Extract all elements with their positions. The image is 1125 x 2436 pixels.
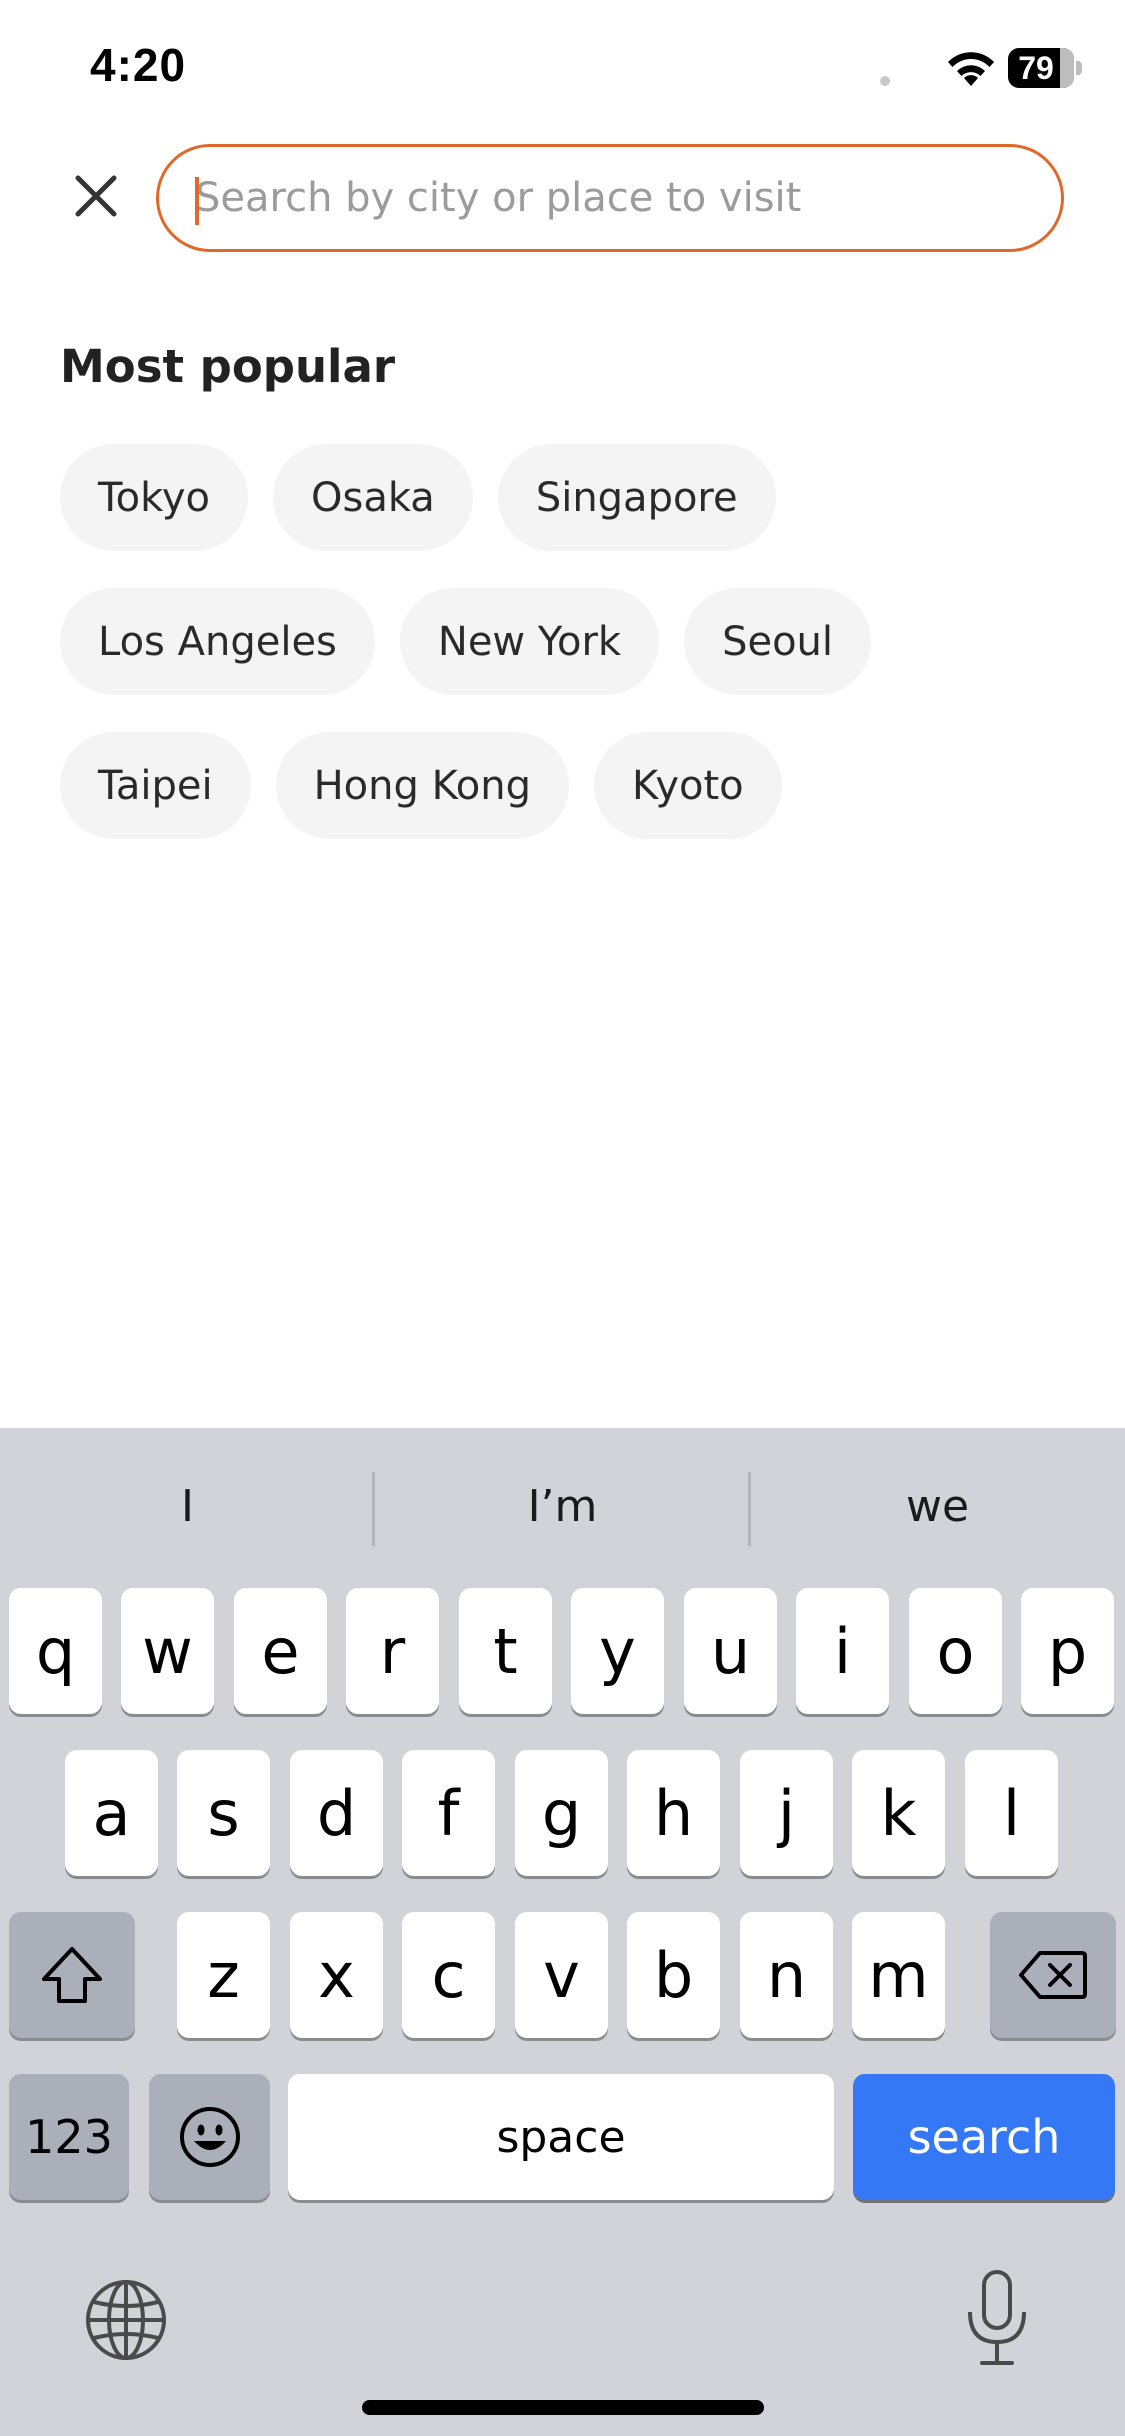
key-g[interactable]: g	[515, 1750, 608, 1876]
city-chip-kyoto[interactable]: Kyoto	[594, 732, 782, 839]
key-t[interactable]: t	[459, 1588, 552, 1714]
key-c[interactable]: c	[402, 1912, 495, 2038]
search-input[interactable]	[195, 147, 1035, 249]
key-a[interactable]: a	[65, 1750, 158, 1876]
privacy-indicator-dot	[880, 76, 890, 86]
key-x[interactable]: x	[290, 1912, 383, 2038]
key-v[interactable]: v	[515, 1912, 608, 2038]
keyboard: I I’m we q w e r t y u i o p a s d f g h…	[0, 1428, 1125, 2436]
home-indicator	[362, 2400, 764, 2415]
key-m[interactable]: m	[852, 1912, 945, 2038]
city-chip-new-york[interactable]: New York	[399, 588, 660, 695]
city-chip-hong-kong[interactable]: Hong Kong	[275, 732, 570, 839]
key-p[interactable]: p	[1021, 1588, 1114, 1714]
suggestion-item[interactable]: I	[0, 1428, 375, 1584]
section-title-most-popular: Most popular	[60, 340, 396, 393]
city-chip-osaka[interactable]: Osaka	[273, 444, 473, 551]
key-k[interactable]: k	[852, 1750, 945, 1876]
suggestion-item[interactable]: we	[750, 1428, 1125, 1584]
battery-icon: 79	[1008, 48, 1082, 88]
shift-icon	[42, 1947, 102, 2003]
shift-key[interactable]	[9, 1912, 135, 2038]
delete-key[interactable]	[990, 1912, 1116, 2038]
city-chip-singapore[interactable]: Singapore	[497, 444, 776, 551]
text-cursor	[195, 177, 199, 225]
numbers-key[interactable]: 123	[9, 2074, 129, 2200]
city-chip-tokyo[interactable]: Tokyo	[60, 444, 248, 551]
suggestion-item[interactable]: I’m	[375, 1428, 750, 1584]
wifi-icon	[948, 52, 994, 86]
key-j[interactable]: j	[740, 1750, 833, 1876]
close-button[interactable]	[60, 160, 132, 232]
city-chip-taipei[interactable]: Taipei	[60, 732, 251, 839]
key-d[interactable]: d	[290, 1750, 383, 1876]
space-key[interactable]: space	[288, 2074, 834, 2200]
key-l[interactable]: l	[965, 1750, 1058, 1876]
close-icon	[75, 175, 117, 217]
key-w[interactable]: w	[121, 1588, 214, 1714]
suggestion-divider	[372, 1472, 375, 1546]
emoji-key[interactable]	[149, 2074, 270, 2200]
search-box[interactable]	[156, 144, 1064, 252]
battery-level: 79	[1018, 50, 1054, 86]
status-bar: 4:20 79	[0, 0, 1125, 130]
search-key[interactable]: search	[853, 2074, 1115, 2200]
suggestion-divider	[748, 1472, 751, 1546]
key-z[interactable]: z	[177, 1912, 270, 2038]
key-f[interactable]: f	[402, 1750, 495, 1876]
city-chip-los-angeles[interactable]: Los Angeles	[60, 588, 375, 695]
keyboard-suggestions: I I’m we	[0, 1428, 1125, 1584]
key-u[interactable]: u	[684, 1588, 777, 1714]
key-b[interactable]: b	[627, 1912, 720, 2038]
globe-icon[interactable]	[84, 2278, 168, 2362]
key-s[interactable]: s	[177, 1750, 270, 1876]
key-i[interactable]: i	[796, 1588, 889, 1714]
microphone-icon[interactable]	[962, 2268, 1032, 2368]
key-n[interactable]: n	[740, 1912, 833, 2038]
key-o[interactable]: o	[909, 1588, 1002, 1714]
key-r[interactable]: r	[346, 1588, 439, 1714]
key-h[interactable]: h	[627, 1750, 720, 1876]
key-e[interactable]: e	[234, 1588, 327, 1714]
delete-icon	[1019, 1951, 1087, 1999]
popular-cities-list: Tokyo Osaka Singapore Los Angeles New Yo…	[60, 444, 1070, 839]
key-y[interactable]: y	[571, 1588, 664, 1714]
emoji-icon	[179, 2107, 240, 2167]
key-q[interactable]: q	[9, 1588, 102, 1714]
city-chip-seoul[interactable]: Seoul	[684, 588, 871, 695]
status-time: 4:20	[90, 39, 187, 91]
